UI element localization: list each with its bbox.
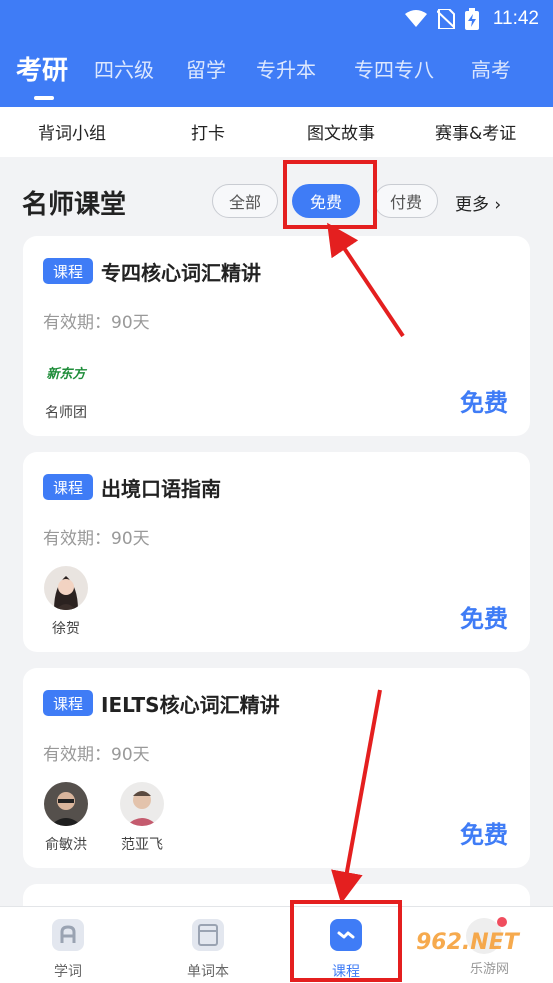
watermark-subtitle: 乐游网	[470, 962, 510, 977]
arrow-to-course-tab	[331, 689, 382, 904]
arrow-to-free-filter	[327, 222, 405, 338]
watermark-logo: 962.NET	[416, 930, 519, 955]
highlight-box-course-tab	[290, 900, 402, 982]
annotation-arrows	[327, 222, 405, 904]
